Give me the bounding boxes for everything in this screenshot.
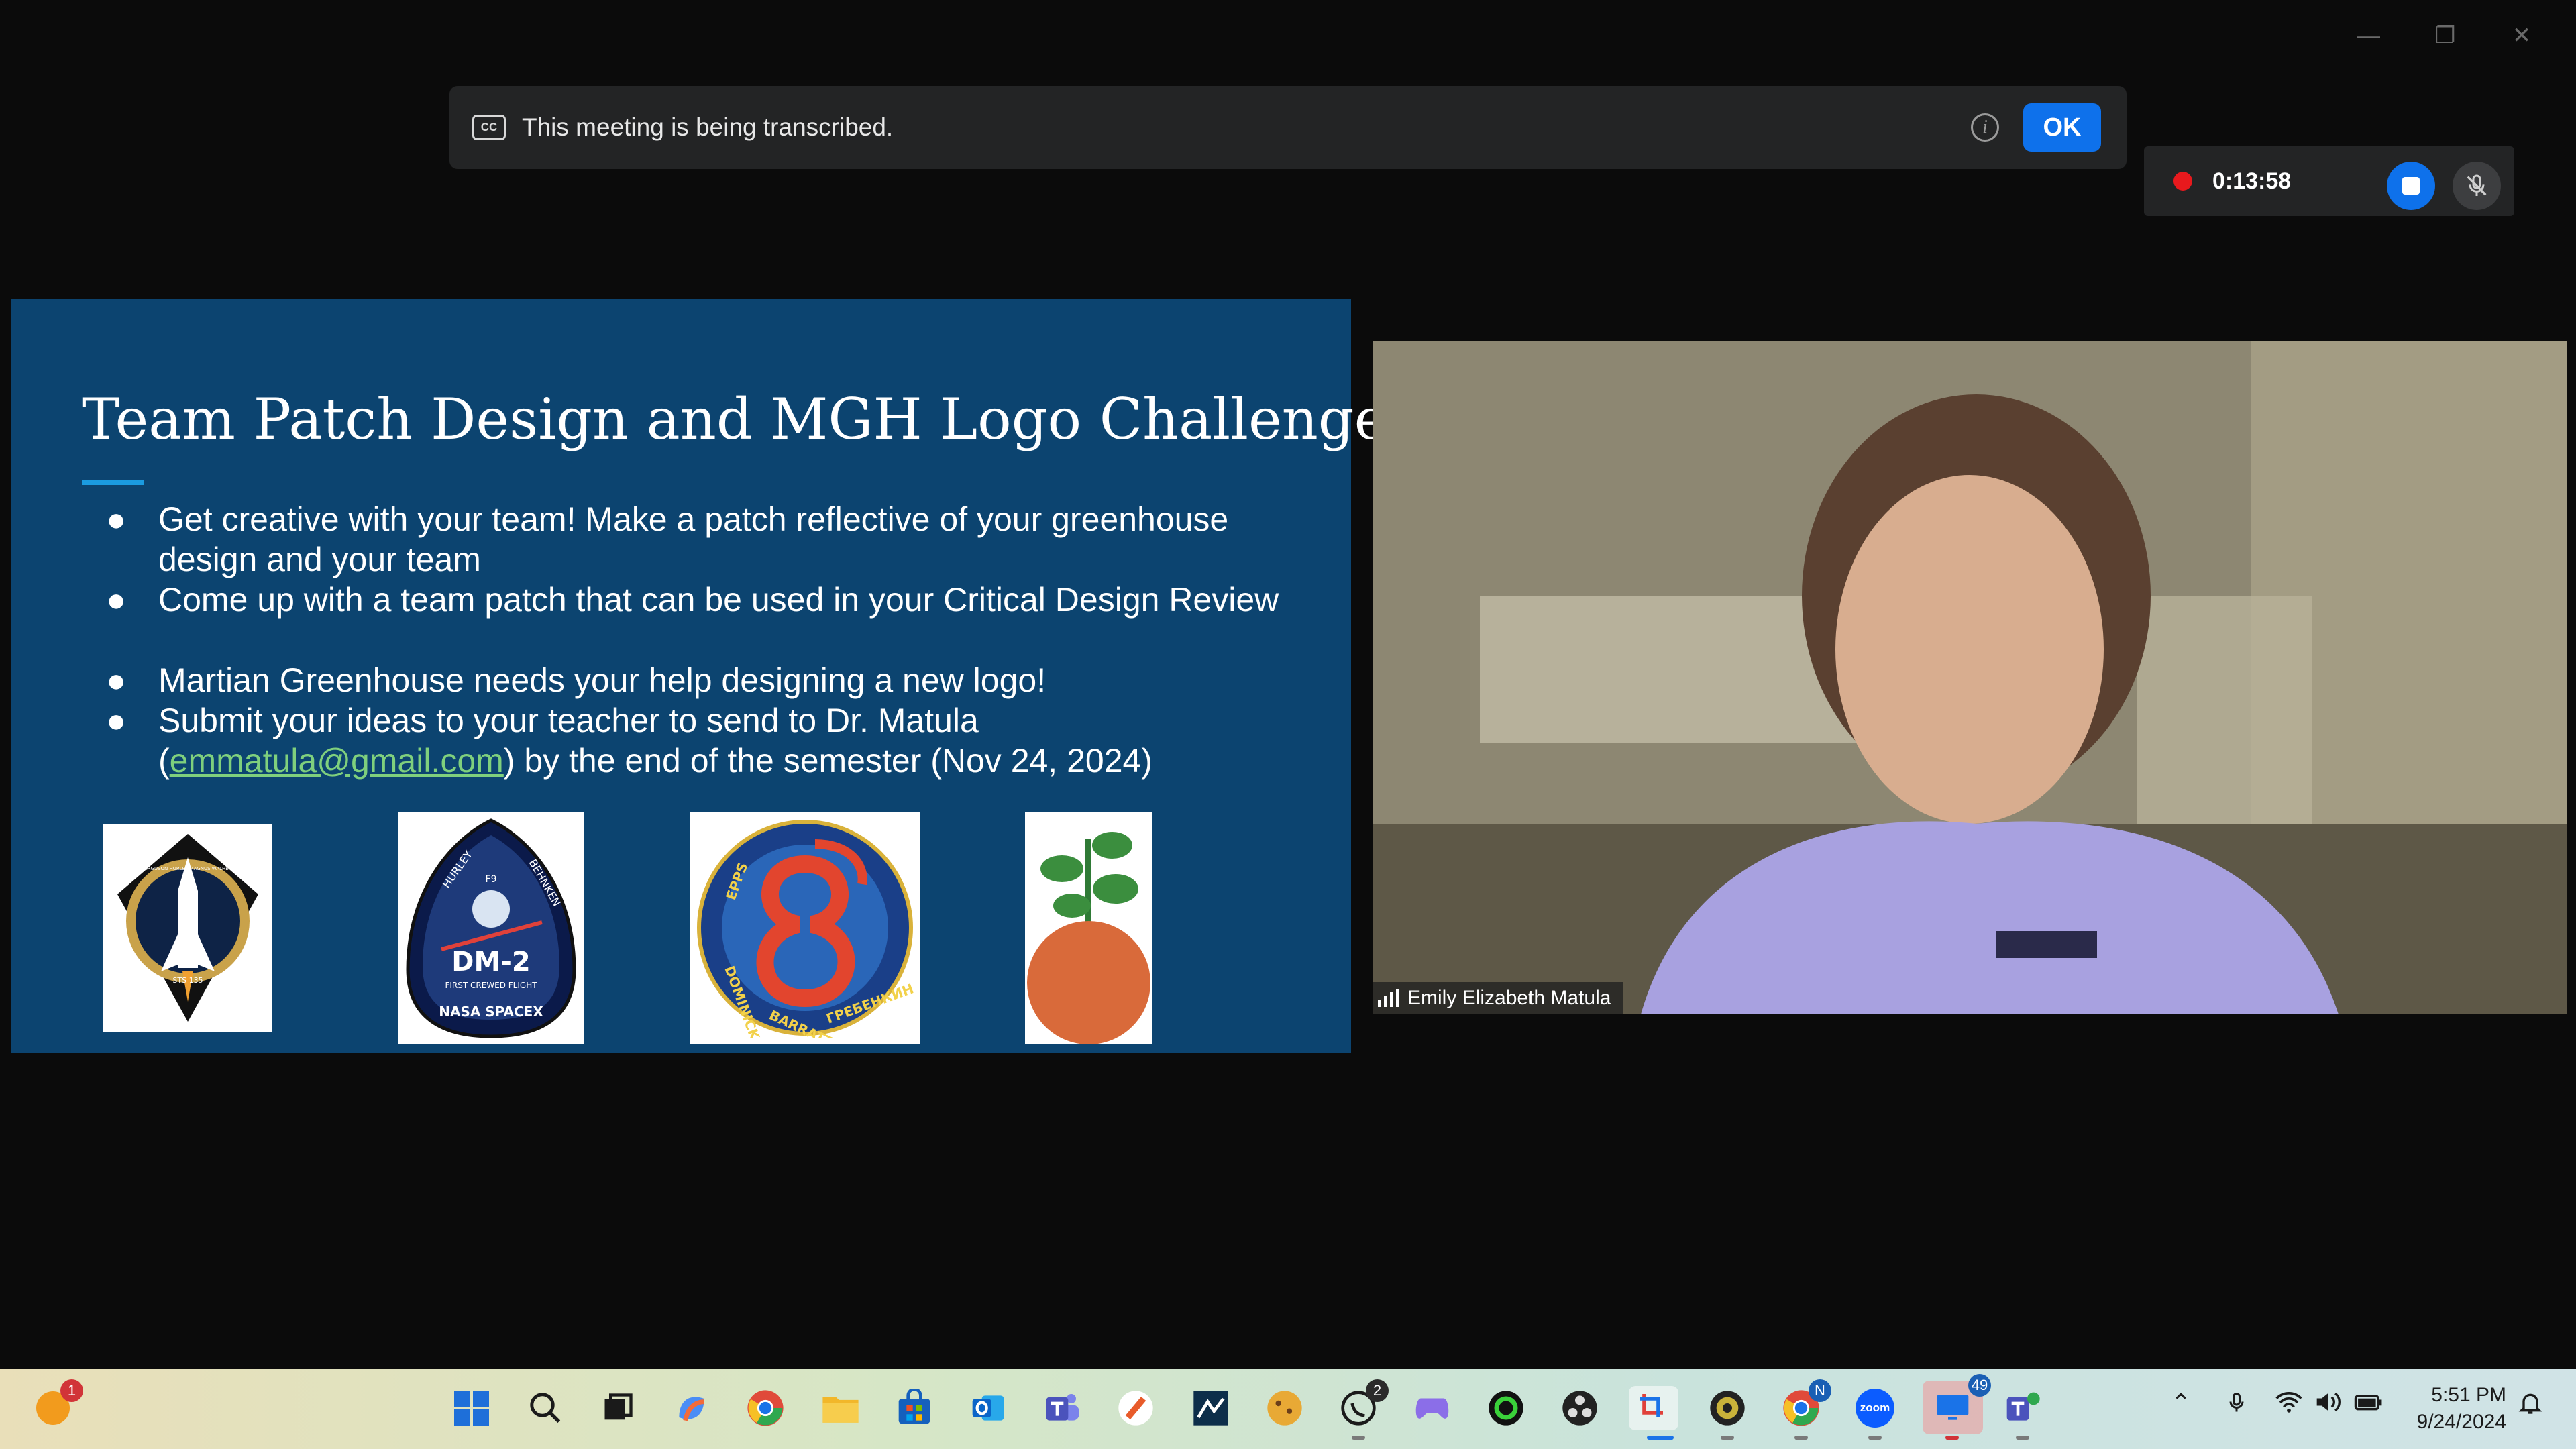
- remote-desktop-icon[interactable]: 49: [1923, 1374, 1991, 1434]
- close-icon[interactable]: ✕: [2483, 19, 2560, 52]
- recording-timer: 0:13:58: [2212, 168, 2292, 194]
- transcription-banner: CC This meeting is being transcribed. i …: [449, 86, 2127, 169]
- sts-label: STS 135: [172, 976, 203, 985]
- participant-name: Emily Elizabeth Matula: [1407, 987, 1611, 1009]
- email-link[interactable]: emmatula@gmail.com: [170, 742, 504, 780]
- restore-icon[interactable]: ❐: [2407, 19, 2483, 52]
- snipping-tool-icon[interactable]: [1629, 1386, 1678, 1430]
- clock-time: 5:51 PM: [2431, 1384, 2506, 1406]
- ok-button[interactable]: OK: [2023, 103, 2101, 152]
- weather-notification-icon[interactable]: 1: [31, 1379, 83, 1430]
- file-explorer-icon[interactable]: [818, 1386, 863, 1430]
- whatsapp-badge: 2: [1366, 1379, 1389, 1402]
- mission-name: DM-2: [451, 947, 530, 977]
- bullet-text: Come up with a team patch that can be us…: [158, 581, 1279, 619]
- video-frame: [1373, 341, 2567, 1014]
- notification-badge: 1: [60, 1379, 83, 1402]
- taskbar: 1 2 N zoom 49 ⌃ 5:51 PM 9/24/2024: [0, 1368, 2576, 1449]
- running-indicator: [1945, 1436, 1959, 1440]
- transcription-message: This meeting is being transcribed.: [522, 113, 894, 141]
- running-indicator: [1352, 1436, 1365, 1440]
- mission-subtitle: FIRST CREWED FLIGHT: [445, 981, 537, 990]
- tray-overflow-chevron-icon[interactable]: ⌃: [2171, 1389, 2191, 1417]
- bullet-text: Martian Greenhouse needs your help desig…: [158, 661, 1046, 699]
- signal-strength-icon: [1378, 989, 1399, 1007]
- recording-panel: 0:13:58: [2144, 146, 2514, 216]
- participant-video[interactable]: Emily Elizabeth Matula: [1373, 341, 2567, 1014]
- teams-icon[interactable]: [1040, 1386, 1084, 1430]
- photo-app-icon[interactable]: [1189, 1386, 1233, 1430]
- recording-indicator-icon: [2174, 172, 2192, 191]
- slide-title: Team Patch Design and MGH Logo Challenge: [82, 386, 1388, 452]
- cookie-app-icon[interactable]: [1263, 1386, 1307, 1430]
- bullet-list: ● Get creative with your team! Make a pat…: [82, 499, 1330, 781]
- microsoft-store-icon[interactable]: [892, 1386, 936, 1430]
- chrome-icon[interactable]: [743, 1386, 788, 1430]
- stop-icon: [2402, 177, 2420, 195]
- participant-name-label: Emily Elizabeth Matula: [1373, 982, 1623, 1014]
- bullet-item: ● Come up with a team patch that can be u…: [82, 580, 1330, 620]
- whatsapp-icon[interactable]: 2: [1336, 1379, 1389, 1430]
- bullet-dot: ●: [106, 661, 127, 699]
- outlook-icon[interactable]: [966, 1386, 1010, 1430]
- running-indicator: [2016, 1436, 2029, 1440]
- chrome-profile-badge: N: [1809, 1379, 1831, 1402]
- game-controller-icon[interactable]: [1410, 1386, 1454, 1430]
- mute-microphone-button[interactable]: [2453, 162, 2501, 210]
- search-icon[interactable]: [523, 1386, 568, 1430]
- obs-icon[interactable]: [1558, 1386, 1602, 1430]
- start-icon[interactable]: [449, 1386, 494, 1430]
- crew-8-patch: EPPS DOMINICK BARRATT ГРЕБЕНКИН: [690, 812, 920, 1044]
- running-indicator: [1647, 1436, 1674, 1440]
- running-indicator: [1868, 1436, 1882, 1440]
- teams-classic-icon[interactable]: [2000, 1386, 2045, 1430]
- battery-icon[interactable]: [2353, 1389, 2384, 1421]
- chrome-profile-icon[interactable]: N: [1779, 1379, 1831, 1430]
- running-indicator: [1721, 1436, 1734, 1440]
- bullet-text: Get creative with your team! Make a patc…: [158, 500, 1229, 578]
- window-controls: — ❐ ✕: [2330, 19, 2560, 52]
- bullet-text: Submit your ideas to your teacher to sen…: [158, 702, 979, 739]
- sts-crew: FERGUSON HURLEY MAGNUS WALHEIM: [142, 866, 234, 871]
- running-indicator: [1794, 1436, 1808, 1440]
- email-suffix: ) by the end of the semester (Nov 24, 20…: [503, 742, 1152, 780]
- bullet-item: ● Submit your ideas to your teacher to se…: [82, 700, 1330, 781]
- rocket-label: F9: [486, 874, 497, 885]
- zoom-icon[interactable]: zoom: [1853, 1386, 1897, 1430]
- task-view-icon[interactable]: [596, 1386, 640, 1430]
- bullet-dot: ●: [106, 581, 127, 619]
- minimize-icon[interactable]: —: [2330, 19, 2407, 52]
- system-clock[interactable]: 5:51 PM 9/24/2024: [2417, 1382, 2506, 1436]
- closed-caption-icon: CC: [472, 115, 506, 140]
- email-prefix: (: [158, 742, 170, 780]
- bullet-dot: ●: [106, 702, 127, 739]
- stop-recording-button[interactable]: [2387, 162, 2435, 210]
- notification-center-icon[interactable]: [2517, 1389, 2544, 1423]
- remote-desktop-badge: 49: [1968, 1374, 1991, 1397]
- microphone-muted-icon: [2467, 174, 2487, 196]
- info-icon[interactable]: i: [1971, 113, 1999, 142]
- bullet-dot: ●: [106, 500, 127, 538]
- dm-2-patch: DM-2 FIRST CREWED FLIGHT NASA SPACEX F9 …: [398, 812, 584, 1044]
- zoom-label: zoom: [1856, 1389, 1894, 1428]
- shared-slide: Team Patch Design and MGH Logo Challenge…: [11, 299, 1387, 1053]
- bullet-item: ● Get creative with your team! Make a pat…: [82, 499, 1330, 580]
- martian-greenhouse-logo: [1025, 812, 1152, 1044]
- gamepass-icon[interactable]: [1484, 1386, 1528, 1430]
- bullet-item: ● Martian Greenhouse needs your help desi…: [82, 660, 1330, 700]
- clock-date: 9/24/2024: [2416, 1411, 2506, 1433]
- wifi-icon[interactable]: [2274, 1389, 2304, 1421]
- microphone-icon[interactable]: [2224, 1389, 2249, 1423]
- copilot-icon[interactable]: [669, 1386, 714, 1430]
- sts-135-patch: STS 135 FERGUSON HURLEY MAGNUS WALHEIM: [103, 824, 272, 1032]
- camera-app-icon[interactable]: [1705, 1386, 1750, 1430]
- mission-agencies: NASA SPACEX: [439, 1004, 543, 1020]
- pen-app-icon[interactable]: [1114, 1386, 1158, 1430]
- volume-icon[interactable]: [2314, 1389, 2344, 1421]
- title-accent-line: [82, 480, 144, 485]
